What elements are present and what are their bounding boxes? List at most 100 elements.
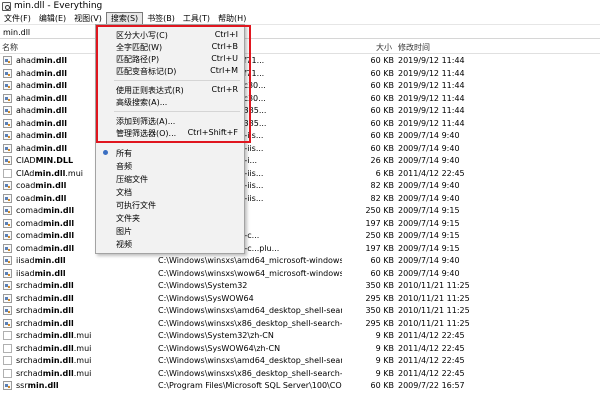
table-row[interactable]: srchadmin.dll C:\Windows\System32 350 KB 20… xyxy=(0,279,600,292)
menu-tools[interactable]: 工具(T) xyxy=(179,12,214,25)
file-icon xyxy=(3,118,12,128)
file-name: srchadmin.dll.mui xyxy=(16,356,92,365)
table-row[interactable]: srchadmin.dll C:\Windows\SysWOW64 295 KB 20… xyxy=(0,292,600,305)
table-row[interactable]: comadmin.dll..._microsoft-windows-c...25… xyxy=(0,229,600,242)
table-row[interactable]: iisadmin.dll C:\Windows\winsxs\amd64_micr… xyxy=(0,254,600,267)
file-size: 9 KB xyxy=(375,368,394,378)
filter-folder[interactable]: 文件夹 xyxy=(96,212,244,223)
file-name: ahadmin.dll xyxy=(16,56,67,65)
menu-item-organize-filters[interactable]: 管理筛选器(O)... Ctrl+Shift+F xyxy=(96,127,244,138)
file-size: 197 KB xyxy=(365,218,394,228)
table-row[interactable]: ssrmin.dll C:\Program Files\Microsoft SQL… xyxy=(0,379,600,392)
menu-bookmarks[interactable]: 书签(B) xyxy=(143,12,179,25)
column-size-header[interactable]: 大小 xyxy=(376,42,392,53)
file-date: 2019/9/12 11:44 xyxy=(398,106,465,115)
file-name: iisadmin.dll xyxy=(16,268,66,278)
table-row[interactable]: comadmin.dll..._microsoft-windows-c...pl… xyxy=(0,242,600,255)
file-size: 9 KB xyxy=(375,331,394,340)
file-size: 350 KB xyxy=(365,306,394,315)
table-row[interactable]: srchadmin.dll.mui C:\Windows\winsxs\x86_d… xyxy=(0,367,600,380)
file-icon xyxy=(3,256,12,265)
menu-view[interactable]: 视图(V) xyxy=(70,12,106,25)
table-row[interactable]: srchadmin.dll C:\Windows\winsxs\x86_deskt… xyxy=(0,317,600,330)
menu-item-match-path[interactable]: 匹配路径(P) Ctrl+U xyxy=(96,53,244,64)
menu-search[interactable]: 搜索(S) xyxy=(105,11,144,25)
filter-audio[interactable]: 音频 xyxy=(96,160,244,171)
filter-video[interactable]: 视频 xyxy=(96,238,244,249)
menu-help[interactable]: 帮助(H) xyxy=(214,12,250,25)
table-row[interactable]: srchadmin.dll.mui C:\Windows\System32\zh-… xyxy=(0,329,600,342)
file-path: C:\Windows\winsxs\x86_desktop_shell-sear… xyxy=(158,318,342,328)
file-path: C:\Windows\System32\zh-CN xyxy=(158,331,274,340)
file-size: 60 KB xyxy=(370,68,394,78)
menu-separator xyxy=(114,111,240,112)
file-icon xyxy=(3,368,12,378)
search-bar xyxy=(0,25,600,39)
file-size: 6 KB xyxy=(375,168,394,178)
menu-item-match-diacritics[interactable]: 匹配变音标记(D) Ctrl+M xyxy=(96,65,244,76)
table-row[interactable]: ahadmin.dll...ibution\Download\0f71...60… xyxy=(0,67,600,80)
filter-executable[interactable]: 可执行文件 xyxy=(96,199,244,210)
filter-document[interactable]: 文档 xyxy=(96,186,244,197)
filter-picture[interactable]: 图片 xyxy=(96,225,244,236)
file-date: 2019/9/12 11:44 xyxy=(398,93,465,103)
table-row[interactable]: coadmin.dll..._microsoft-windows-iis...8… xyxy=(0,179,600,192)
file-size: 60 KB xyxy=(370,93,394,103)
file-date: 2011/4/12 22:45 xyxy=(398,331,465,340)
column-name-header[interactable]: 名称 xyxy=(2,42,18,53)
file-icon xyxy=(3,281,12,290)
table-row[interactable]: srchadmin.dll C:\Windows\winsxs\amd64_des… xyxy=(0,304,600,317)
table-row[interactable]: ahadmin.dll...ibution\Download\6c30...60… xyxy=(0,92,600,105)
filter-compressed[interactable]: 压缩文件 xyxy=(96,173,244,184)
file-date: 2009/7/14 9:40 xyxy=(398,156,460,165)
file-size: 26 KB xyxy=(370,156,394,165)
file-icon xyxy=(3,318,12,328)
menu-item-add-to-filters[interactable]: 添加到筛选(A)... xyxy=(96,115,244,126)
window-title: min.dll - Everything xyxy=(14,1,103,11)
menu-item-advanced-search[interactable]: 高级搜索(A)... xyxy=(96,96,244,107)
table-row[interactable]: coadmin.dll..._microsoft-windows-iis...8… xyxy=(0,192,600,205)
search-menu: 区分大小写(C) Ctrl+I 全字匹配(W) Ctrl+B 匹配路径(P) C… xyxy=(95,24,245,254)
file-size: 60 KB xyxy=(370,56,394,65)
table-row[interactable]: iisadmin.dll C:\Windows\winsxs\wow64_micr… xyxy=(0,267,600,280)
table-row[interactable]: ahadmin.dll...ibution\Download\8385...60… xyxy=(0,117,600,130)
file-name: comadmin.dll xyxy=(16,218,75,228)
file-icon xyxy=(3,356,12,365)
file-icon xyxy=(3,206,12,215)
app-icon xyxy=(2,1,11,11)
file-size: 60 KB xyxy=(370,81,394,90)
file-date: 2009/7/14 9:15 xyxy=(398,206,460,215)
filter-all[interactable]: 所有 xyxy=(96,147,244,158)
file-size: 9 KB xyxy=(375,343,394,353)
menu-edit[interactable]: 编辑(E) xyxy=(35,12,70,25)
table-row[interactable]: srchadmin.dll.mui C:\Windows\SysWOW64\zh-… xyxy=(0,342,600,355)
file-date: 2009/7/14 9:15 xyxy=(398,243,460,253)
column-date-header[interactable]: 修改时间 xyxy=(398,42,430,53)
menu-item-whole-word[interactable]: 全字匹配(W) Ctrl+B xyxy=(96,41,244,52)
search-input[interactable] xyxy=(0,26,600,38)
file-name: ahadmin.dll xyxy=(16,106,67,115)
table-row[interactable]: CIADMIN.DLL..._microsoft-windows-i...26 … xyxy=(0,154,600,167)
table-row[interactable]: ahadmin.dll..._microsoft-windows-iis...6… xyxy=(0,129,600,142)
table-row[interactable]: CIAdmin.dll.mui..._microsoft-windows-iis… xyxy=(0,167,600,180)
table-row[interactable]: ahadmin.dll...ibution\Download\6c30...60… xyxy=(0,79,600,92)
file-icon xyxy=(3,93,12,103)
file-date: 2019/9/12 11:44 xyxy=(398,56,465,65)
menu-item-regex[interactable]: 使用正则表达式(R) Ctrl+R xyxy=(96,84,244,95)
menu-item-match-case[interactable]: 区分大小写(C) Ctrl+I xyxy=(96,29,244,40)
file-name: srchadmin.dll.mui xyxy=(16,368,92,378)
file-size: 60 KB xyxy=(370,118,394,128)
table-row[interactable]: comadmin.dll...om197 KB2009/7/14 9:15 xyxy=(0,217,600,230)
table-row[interactable]: srchadmin.dll.mui C:\Windows\winsxs\amd64… xyxy=(0,354,600,367)
table-row[interactable]: ahadmin.dll...ibution\Download\8385...60… xyxy=(0,104,600,117)
file-size: 250 KB xyxy=(365,231,394,240)
table-row[interactable]: ahadmin.dll...ibution\Download\0f71...60… xyxy=(0,54,600,67)
table-row[interactable]: comadmin.dll...250 KB2009/7/14 9:15 xyxy=(0,204,600,217)
file-name: coadmin.dll xyxy=(16,193,67,203)
menu-file[interactable]: 文件(F) xyxy=(0,12,35,25)
file-name: srchadmin.dll xyxy=(16,306,74,315)
file-path: C:\Windows\SysWOW64 xyxy=(158,293,254,303)
table-row[interactable]: ahadmin.dll..._microsoft-windows-iis...6… xyxy=(0,142,600,155)
file-path: C:\Windows\SysWOW64\zh-CN xyxy=(158,343,281,353)
file-icon xyxy=(3,193,12,203)
